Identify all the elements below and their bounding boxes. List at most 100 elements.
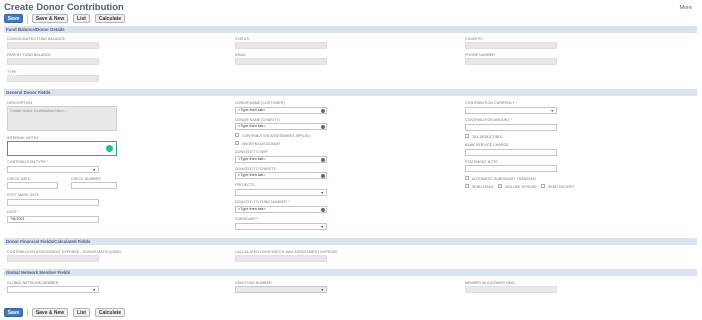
grammarly-icon[interactable] (106, 145, 113, 152)
section-fund-balance[interactable]: Fund Balance/Donor Details (4, 26, 697, 33)
list-button-bottom[interactable]: List (73, 308, 90, 317)
tax-deductible-checkbox[interactable] (465, 134, 469, 138)
date-input[interactable]: 7/8/2021 (7, 216, 99, 223)
bank-service-charge-input[interactable] (465, 149, 557, 156)
parent-fund-balance-label: Parent Fund Balance (7, 53, 51, 57)
projects-label: Projects (235, 183, 255, 187)
tax-deductible-label: Tax Deductible (472, 134, 503, 139)
gnm-fund-number-select[interactable]: ▼ (235, 286, 327, 293)
member-aka-label: Member AKA (Donor DBA) (465, 281, 515, 285)
phone-number-label: Phone Number (465, 53, 495, 57)
chevron-down-icon: ▼ (320, 191, 324, 195)
chevron-down-icon: ▼ (320, 288, 324, 292)
contribution-assessment-checkbox[interactable] (235, 133, 239, 137)
parent-fund-balance-field (7, 58, 99, 65)
automatic-subsidiary-transfer-checkbox[interactable] (465, 176, 469, 180)
donated-to-fund-number-label: Donated to Fund Number * (235, 200, 290, 204)
lookup-icon[interactable] (321, 108, 325, 113)
send-email-checkbox[interactable] (465, 184, 469, 188)
subsidiary-label: Subsidiary * (235, 217, 260, 221)
check-date-input[interactable] (7, 182, 58, 189)
description-textarea[interactable]: Create Donor Contribution Here... (7, 106, 117, 131)
send-receipt-label: Send Receipt (548, 184, 575, 189)
lookup-icon[interactable] (321, 173, 325, 178)
section-donor-financial[interactable]: Donor Financial Fields/Calculated Fields (4, 238, 697, 245)
contribution-currency-label: Contribution Currency * (465, 101, 518, 105)
type-label: Type (7, 70, 17, 74)
statement-note-input[interactable] (465, 165, 557, 172)
date-label: Date * (7, 210, 20, 214)
toolbar-divider (27, 308, 28, 317)
statement-note-label: Statement Note (465, 160, 498, 164)
toolbar-divider (27, 14, 28, 23)
phone-number-field (465, 58, 557, 65)
contribution-currency-select[interactable]: ▼ (465, 107, 557, 114)
check-number-label: Check Number (71, 177, 101, 181)
calculated-over-match-label: Calculated Over Match-Max Assessment Exp… (235, 250, 338, 254)
global-network-member-select[interactable]: ▼ (7, 286, 99, 293)
description-label: Description (7, 101, 33, 105)
internal-notes-label: Internal Notes (7, 136, 39, 140)
calculate-button-bottom[interactable]: Calculate (95, 308, 125, 317)
bank-service-charge-label: Bank Service Charge (465, 143, 509, 147)
section-general-donor[interactable]: General Donor Fields (4, 89, 697, 96)
anonymous-donor-label: Anonymous Donor (242, 141, 280, 146)
type-field (7, 75, 99, 82)
page-title: Create Donor Contribution (4, 2, 124, 13)
include-spouse-label: Include Spouse (505, 184, 537, 189)
internal-notes-textarea[interactable] (7, 141, 117, 156)
gnm-fund-number-label: GNM Fund Number (235, 281, 272, 285)
chevron-down-icon: ▼ (320, 225, 324, 229)
save-button[interactable]: Save (4, 14, 23, 23)
send-receipt-checkbox[interactable] (541, 184, 545, 188)
donated-to-gmf-label: Donated to GMF (235, 150, 268, 154)
chevron-down-icon: ▼ (92, 288, 96, 292)
contribution-amount-label: Contribution Amount * (465, 118, 513, 122)
send-email-label: Send Email (472, 184, 494, 189)
lookup-icon[interactable] (321, 157, 325, 162)
automatic-subsidiary-transfer-label: Automatic Subsidiary Transfer (472, 176, 536, 181)
donated-to-charity-label: Donated to Charity (235, 167, 276, 171)
contribution-assessment-expense-label: Contribution Assessment Expense - Donor … (7, 250, 121, 254)
consolidated-fund-balance-field (7, 42, 99, 49)
donor-name-charity-input[interactable]: <Type then tab> (235, 123, 327, 130)
lookup-icon[interactable] (321, 124, 325, 129)
donated-to-fund-number-input[interactable]: <Type then tab> (235, 206, 327, 213)
list-button[interactable]: List (73, 14, 90, 23)
status-label: Status (235, 37, 249, 41)
country-field (465, 42, 557, 49)
country-label: Country (465, 37, 484, 41)
subsidiary-select[interactable]: ▼ (235, 223, 327, 230)
contribution-amount-input[interactable] (465, 124, 557, 131)
more-menu[interactable]: More (679, 5, 692, 11)
consolidated-fund-balance-label: Consolidated Fund Balance (7, 37, 66, 41)
contribution-assessment-label: Contribution Assessment Applied (242, 133, 311, 138)
member-aka-field (465, 286, 557, 293)
post-mark-date-input[interactable] (7, 199, 99, 206)
donated-to-gmf-input[interactable]: <Type then tab> (235, 156, 327, 163)
save-and-new-button[interactable]: Save & New (32, 14, 68, 23)
contribution-type-label: Contribution Type * (7, 160, 49, 164)
include-spouse-checkbox[interactable] (498, 184, 502, 188)
status-field (235, 42, 327, 49)
calculated-over-match-field (235, 255, 327, 262)
section-global-network[interactable]: Global Network Member Fields (4, 269, 697, 276)
donor-name-customer-input[interactable]: <Type then tab> (235, 107, 327, 114)
donated-to-charity-input[interactable]: <Type then tab> (235, 172, 327, 179)
lookup-icon[interactable] (321, 207, 325, 212)
check-number-input[interactable] (71, 182, 117, 189)
save-and-new-button-bottom[interactable]: Save & New (32, 308, 68, 317)
email-label: Email (235, 53, 247, 57)
global-network-member-label: Global Network Member (7, 281, 59, 285)
anonymous-donor-checkbox[interactable] (235, 141, 239, 145)
post-mark-date-label: Post Mark Date (7, 193, 40, 197)
projects-select[interactable]: ▼ (235, 189, 327, 196)
email-field (235, 58, 327, 65)
check-date-label: Check Date (7, 177, 31, 181)
calculate-button[interactable]: Calculate (95, 14, 125, 23)
chevron-down-icon: ▼ (550, 109, 554, 113)
chevron-down-icon: ▼ (92, 168, 96, 172)
save-button-bottom[interactable]: Save (4, 308, 23, 317)
contribution-type-select[interactable]: ▼ (7, 166, 99, 173)
contribution-assessment-expense-field (7, 255, 99, 262)
